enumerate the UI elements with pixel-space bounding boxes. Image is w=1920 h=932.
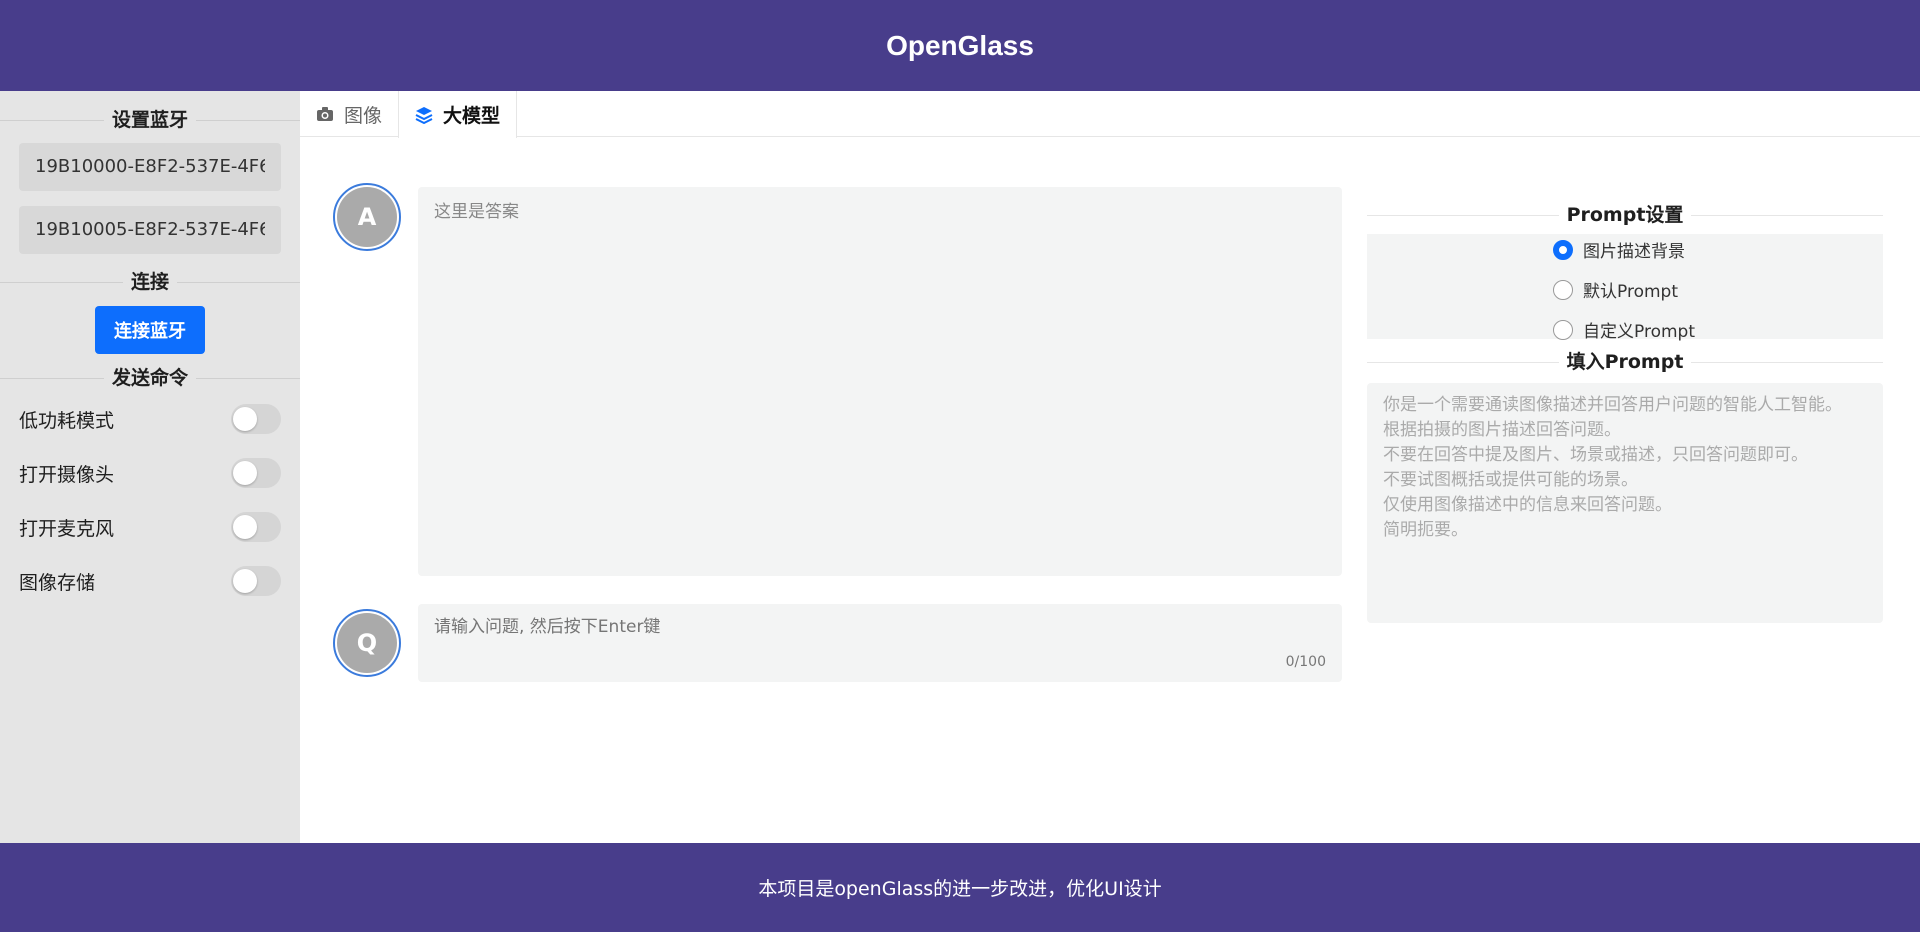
prompt-panel: Prompt设置 图片描述背景 默认Prompt 自定义Prompt 填入Pro… bbox=[1367, 200, 1883, 623]
toggle-row-low-power: 低功耗模式 bbox=[0, 392, 300, 446]
prompt-settings-title: Prompt设置 bbox=[1367, 200, 1883, 230]
radio-default-prompt[interactable]: 默认Prompt bbox=[1553, 277, 1678, 302]
char-counter: 0/100 bbox=[1285, 654, 1326, 670]
toggle-label: 低功耗模式 bbox=[19, 409, 115, 432]
low-power-toggle[interactable] bbox=[231, 404, 281, 434]
tab-bar: 图像 大模型 bbox=[300, 91, 1920, 138]
microphone-toggle[interactable] bbox=[231, 512, 281, 542]
answer-placeholder: 这里是答案 bbox=[434, 202, 519, 222]
commands-section-title: 发送命令 bbox=[0, 364, 300, 392]
connect-bluetooth-button[interactable]: 连接蓝牙 bbox=[95, 306, 205, 354]
answer-avatar: A bbox=[333, 183, 401, 251]
app-footer: 本项目是openGlass的进一步改进，优化UI设计 bbox=[0, 843, 1920, 932]
toggle-knob bbox=[233, 569, 257, 593]
toggle-row-image-storage: 图像存储 bbox=[0, 554, 300, 608]
radio-custom-prompt[interactable]: 自定义Prompt bbox=[1553, 317, 1695, 342]
radio-unchecked-icon bbox=[1553, 319, 1573, 340]
footer-text: 本项目是openGlass的进一步改进，优化UI设计 bbox=[758, 878, 1162, 900]
radio-label: 自定义Prompt bbox=[1583, 322, 1695, 342]
toggle-row-camera: 打开摄像头 bbox=[0, 446, 300, 500]
app-header: OpenGlass bbox=[0, 0, 1920, 91]
toggle-knob bbox=[233, 461, 257, 485]
prompt-radio-group: 图片描述背景 默认Prompt 自定义Prompt bbox=[1367, 234, 1883, 342]
uuid-input-1[interactable] bbox=[19, 143, 281, 191]
toggle-knob bbox=[233, 407, 257, 431]
tab-label: 大模型 bbox=[443, 105, 501, 127]
uuid-input-2[interactable] bbox=[19, 206, 281, 254]
image-storage-toggle[interactable] bbox=[231, 566, 281, 596]
tab-label: 图像 bbox=[344, 104, 383, 127]
fill-prompt-title: 填入Prompt bbox=[1367, 347, 1883, 377]
toggle-knob bbox=[233, 515, 257, 539]
toggle-label: 打开摄像头 bbox=[19, 463, 115, 486]
question-avatar: Q bbox=[333, 609, 401, 677]
prompt-textarea[interactable]: 你是一个需要通读图像描述并回答用户问题的智能人工智能。 根据拍摄的图片描述回答问… bbox=[1367, 383, 1883, 623]
radio-unchecked-icon bbox=[1553, 279, 1573, 300]
toggle-label: 图像存储 bbox=[19, 571, 96, 594]
toggle-label: 打开麦克风 bbox=[19, 517, 115, 540]
tab-llm[interactable]: 大模型 bbox=[398, 91, 518, 138]
tab-image[interactable]: 图像 bbox=[300, 91, 398, 137]
radio-image-description[interactable]: 图片描述背景 bbox=[1553, 237, 1685, 262]
toggle-row-microphone: 打开麦克风 bbox=[0, 500, 300, 554]
sidebar: 设置蓝牙 连接 连接蓝牙 发送命令 低功耗模式 打开摄像头 打开麦克风 图像存储 bbox=[0, 91, 300, 843]
connect-section-title: 连接 bbox=[0, 268, 300, 296]
answer-box: 这里是答案 bbox=[418, 187, 1342, 576]
camera-icon bbox=[316, 106, 334, 122]
radio-label: 图片描述背景 bbox=[1583, 242, 1685, 262]
radio-checked-icon bbox=[1553, 239, 1573, 260]
camera-toggle[interactable] bbox=[231, 458, 281, 488]
question-box: 0/100 bbox=[418, 604, 1342, 682]
radio-label: 默认Prompt bbox=[1583, 282, 1678, 302]
layers-icon bbox=[415, 106, 433, 124]
app-title: OpenGlass bbox=[886, 29, 1034, 61]
bluetooth-section-title: 设置蓝牙 bbox=[0, 106, 300, 134]
avatar-letter: A bbox=[337, 187, 397, 247]
question-input[interactable] bbox=[418, 604, 1342, 644]
avatar-letter: Q bbox=[337, 613, 397, 673]
